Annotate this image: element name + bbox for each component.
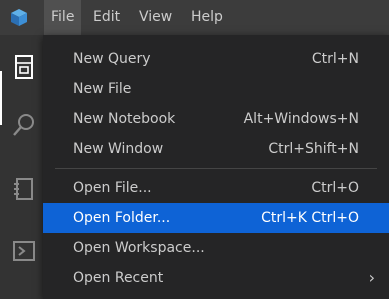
menu-item-open-recent[interactable]: Open Recent ›	[43, 263, 389, 293]
terminal-icon[interactable]	[10, 237, 38, 265]
menu-item-label: Open File...	[73, 180, 152, 196]
active-indicator	[0, 71, 2, 125]
menu-item-new-notebook[interactable]: New Notebook Alt+Windows+N	[43, 104, 389, 134]
menu-view[interactable]: View	[132, 0, 179, 35]
menu-separator	[55, 168, 377, 169]
menu-item-shortcut: Ctrl+Shift+N	[268, 141, 359, 157]
menu-item-label: New Window	[73, 141, 164, 157]
menu-item-open-workspace[interactable]: Open Workspace...	[43, 233, 389, 263]
chevron-right-icon: ›	[368, 268, 375, 287]
menu-item-shortcut: Alt+Windows+N	[243, 111, 359, 127]
menu-item-label: New Query	[73, 51, 151, 67]
activity-bar	[0, 35, 48, 299]
menu-edit[interactable]: Edit	[86, 0, 127, 35]
menu-item-open-file[interactable]: Open File... Ctrl+O	[43, 173, 389, 203]
notebooks-icon[interactable]	[10, 175, 38, 203]
menu-file[interactable]: File	[44, 0, 82, 35]
menu-item-label: New File	[73, 81, 132, 97]
search-icon[interactable]	[10, 111, 38, 139]
menu-help[interactable]: Help	[184, 0, 230, 35]
menu-item-open-folder[interactable]: Open Folder... Ctrl+K Ctrl+O	[43, 203, 389, 233]
menu-item-label: Open Recent	[73, 270, 164, 286]
menu-item-new-window[interactable]: New Window Ctrl+Shift+N	[43, 134, 389, 164]
menu-item-new-file[interactable]: New File	[43, 74, 389, 104]
menu-item-label: Open Workspace...	[73, 240, 205, 256]
app-logo-icon	[11, 9, 27, 26]
file-menu-dropdown: New Query Ctrl+N New File New Notebook A…	[43, 35, 389, 299]
title-bar: File Edit View Help	[0, 0, 389, 35]
explorer-icon[interactable]	[10, 53, 38, 81]
menu-item-label: New Notebook	[73, 111, 176, 127]
menu-item-label: Open Folder...	[73, 210, 171, 226]
menu-item-shortcut: Ctrl+N	[311, 51, 359, 67]
menu-item-new-query[interactable]: New Query Ctrl+N	[43, 44, 389, 74]
menu-item-shortcut: Ctrl+K Ctrl+O	[261, 210, 359, 226]
menu-item-shortcut: Ctrl+O	[311, 180, 359, 196]
